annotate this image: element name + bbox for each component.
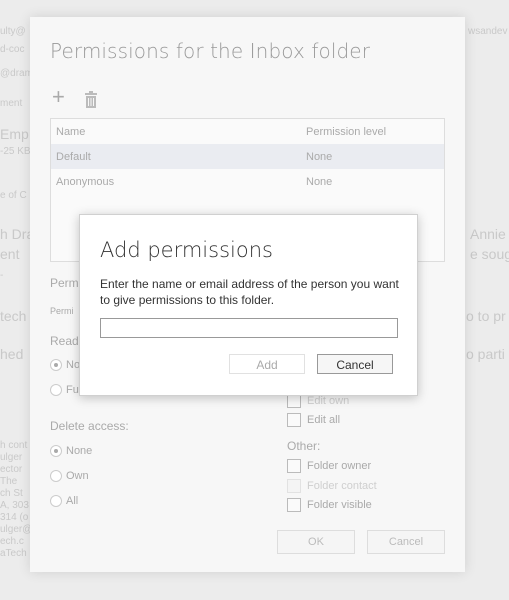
folder-contact-checkbox[interactable]: Folder contact xyxy=(287,479,377,493)
bg-fragment: -25 KB xyxy=(0,146,31,157)
bg-fragment: ech.c xyxy=(0,536,24,547)
checkbox-label: Edit all xyxy=(307,414,341,426)
radio-label: Own xyxy=(66,470,89,482)
cancel-button[interactable]: Cancel xyxy=(317,354,393,374)
radio-label: No xyxy=(66,359,81,371)
bg-fragment: ent xyxy=(0,246,20,262)
delete-all-radio[interactable]: All xyxy=(50,495,78,507)
bg-fragment: hed xyxy=(0,346,24,362)
radio-dot xyxy=(50,359,62,371)
row-level: None xyxy=(306,176,333,188)
bg-fragment: aTech xyxy=(0,548,27,559)
checkbox-box xyxy=(287,459,301,473)
dialog-title: Add permissions xyxy=(100,238,273,262)
row-name: Anonymous xyxy=(56,176,115,188)
row-name: Default xyxy=(56,151,91,163)
radio-dot xyxy=(50,495,62,507)
checkbox-label: Folder owner xyxy=(307,460,372,472)
bg-fragment: ch St xyxy=(0,488,23,499)
bg-fragment: d-coc xyxy=(0,44,25,55)
bg-fragment: h cont xyxy=(0,440,28,451)
column-header-level: Permission level xyxy=(306,126,387,138)
delete-own-radio[interactable]: Own xyxy=(50,470,89,482)
bg-fragment: @dram xyxy=(0,68,33,79)
radio-label: Fu xyxy=(66,384,79,396)
bg-fragment: ment xyxy=(0,98,23,109)
bg-fragment: e of C xyxy=(0,190,27,201)
checkbox-label: Folder visible xyxy=(307,499,372,511)
checkbox-box xyxy=(287,413,301,427)
edit-own-checkbox[interactable]: Edit own xyxy=(287,394,349,408)
ok-button[interactable]: OK xyxy=(277,530,355,554)
panel-cancel-button[interactable]: Cancel xyxy=(367,530,445,554)
other-label: Other: xyxy=(287,439,321,453)
folder-owner-checkbox[interactable]: Folder owner xyxy=(287,459,371,473)
checkbox-label: Edit own xyxy=(307,395,350,407)
read-none-radio[interactable]: No xyxy=(50,359,80,371)
trash-icon[interactable] xyxy=(84,91,98,111)
bg-fragment: ector xyxy=(0,464,23,475)
bg-fragment: Annie xyxy=(470,226,506,242)
add-permissions-dialog: Add permissions Enter the name or email … xyxy=(79,214,418,396)
delete-access-label: Delete access: xyxy=(50,419,129,433)
radio-label: All xyxy=(66,495,79,507)
bg-fragment: 314 (o xyxy=(0,512,29,523)
panel-title: Permissions for the Inbox folder xyxy=(50,39,371,63)
bg-fragment: e soug xyxy=(470,246,509,262)
folder-visible-checkbox[interactable]: Folder visible xyxy=(287,498,372,512)
radio-dot xyxy=(50,470,62,482)
read-label: Read xyxy=(50,334,79,348)
radio-dot xyxy=(50,445,62,457)
bg-fragment: ulger@ xyxy=(0,524,33,535)
bg-fragment: Emp xyxy=(0,126,29,142)
delete-none-radio[interactable]: None xyxy=(50,445,92,457)
row-level: None xyxy=(306,151,333,163)
bg-fragment: o to pr xyxy=(466,308,506,324)
table-header: Name Permission level xyxy=(51,119,444,144)
table-row[interactable]: Anonymous None xyxy=(51,169,444,194)
checkbox-box xyxy=(287,479,301,493)
bg-fragment: ulty@ xyxy=(0,26,26,37)
checkbox-box xyxy=(287,394,301,408)
add-icon[interactable]: + xyxy=(52,86,65,108)
dialog-description: Enter the name or email address of the p… xyxy=(100,277,399,307)
bg-fragment: wsandev xyxy=(468,26,508,37)
bg-fragment: A, 303 xyxy=(0,500,29,511)
person-search-input[interactable] xyxy=(100,318,398,338)
bg-fragment: ulger xyxy=(0,452,23,463)
permissions-section-label: Perm xyxy=(50,276,79,290)
radio-label: None xyxy=(66,445,93,457)
bg-fragment: The xyxy=(0,476,18,487)
checkbox-box xyxy=(287,498,301,512)
add-button[interactable]: Add xyxy=(229,354,305,374)
read-full-radio[interactable]: Fu xyxy=(50,384,79,396)
column-header-name: Name xyxy=(56,126,86,138)
radio-dot xyxy=(50,384,62,396)
bg-fragment: o parti xyxy=(466,346,505,362)
bg-fragment: - xyxy=(0,270,4,281)
edit-all-checkbox[interactable]: Edit all xyxy=(287,413,340,427)
permission-level-label: Permi xyxy=(50,306,74,316)
checkbox-label: Folder contact xyxy=(307,480,377,492)
table-row[interactable]: Default None xyxy=(51,144,444,169)
